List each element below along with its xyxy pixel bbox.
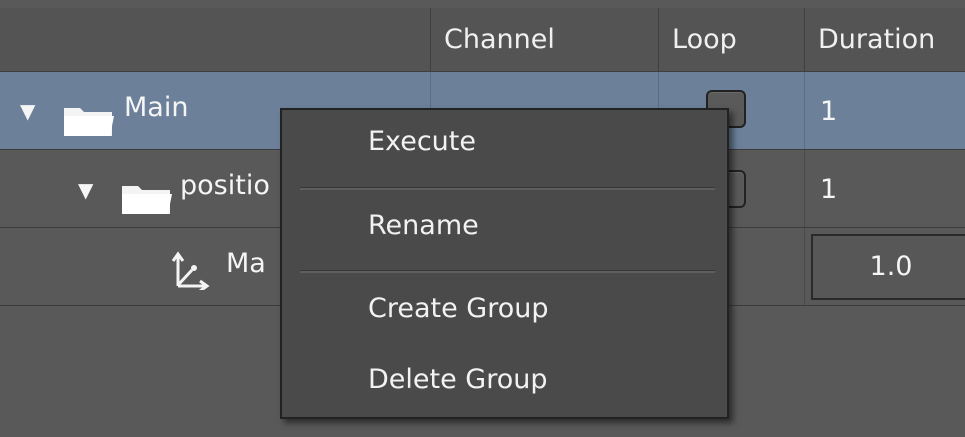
cell-divider [804,72,805,149]
axes-icon [171,251,210,290]
column-duration[interactable]: Duration [804,8,965,71]
menu-item-create-group[interactable]: Create Group [368,293,549,324]
tree-row-label: positio [180,170,270,201]
column-divider[interactable] [804,8,805,71]
expand-triangle-icon[interactable]: ▼ [20,99,35,123]
duration-value: 1 [820,174,838,205]
expand-triangle-icon[interactable]: ▼ [78,178,93,202]
menu-separator [300,270,715,273]
column-loop[interactable]: Loop [658,8,804,71]
tree-row-label: Ma [226,248,266,279]
column-channel[interactable]: Channel [430,8,658,71]
column-header: Channel Loop Duration [0,8,965,72]
menu-separator [300,187,715,190]
cell-divider [804,228,805,305]
context-menu: Execute Rename Create Group Delete Group [280,108,729,419]
folder-icon [122,186,172,214]
folder-icon [64,108,114,136]
duration-field[interactable]: 1.0 [811,234,965,300]
timeline-tree-panel: Channel Loop Duration ▼ Main 1 ▼ positio… [0,0,965,437]
tree-row-label: Main [124,92,189,123]
column-divider[interactable] [430,8,431,71]
cell-divider [804,150,805,227]
menu-item-execute[interactable]: Execute [368,126,476,157]
column-divider[interactable] [658,8,659,71]
duration-value: 1 [820,96,838,127]
menu-item-delete-group[interactable]: Delete Group [368,364,548,395]
menu-item-rename[interactable]: Rename [368,210,479,241]
